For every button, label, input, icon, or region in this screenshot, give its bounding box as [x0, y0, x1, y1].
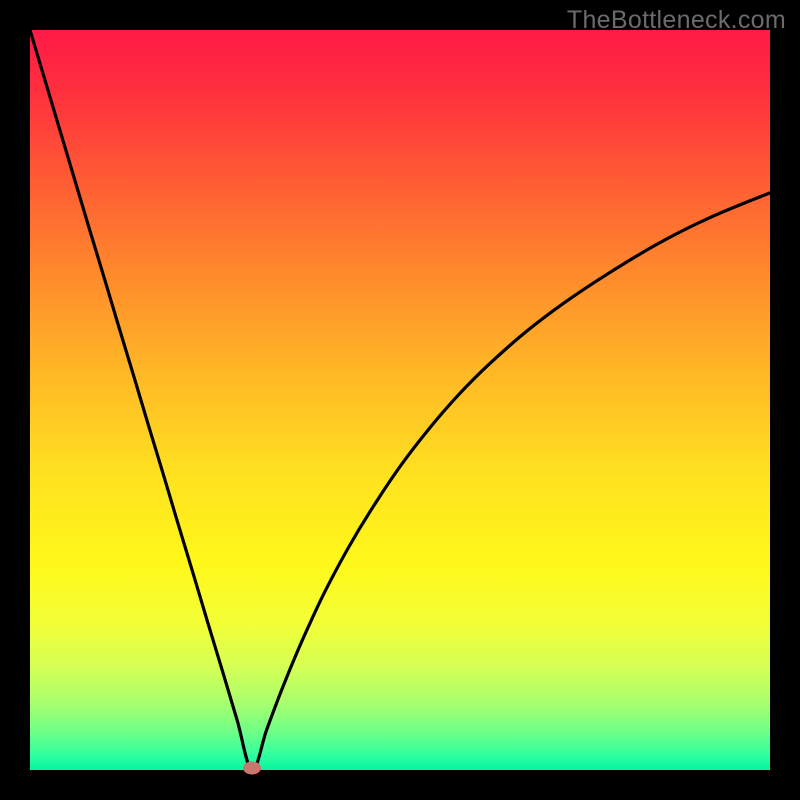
minimum-marker [243, 762, 261, 775]
chart-frame: TheBottleneck.com [0, 0, 800, 800]
bottleneck-curve [30, 30, 770, 770]
plot-area [30, 30, 770, 770]
